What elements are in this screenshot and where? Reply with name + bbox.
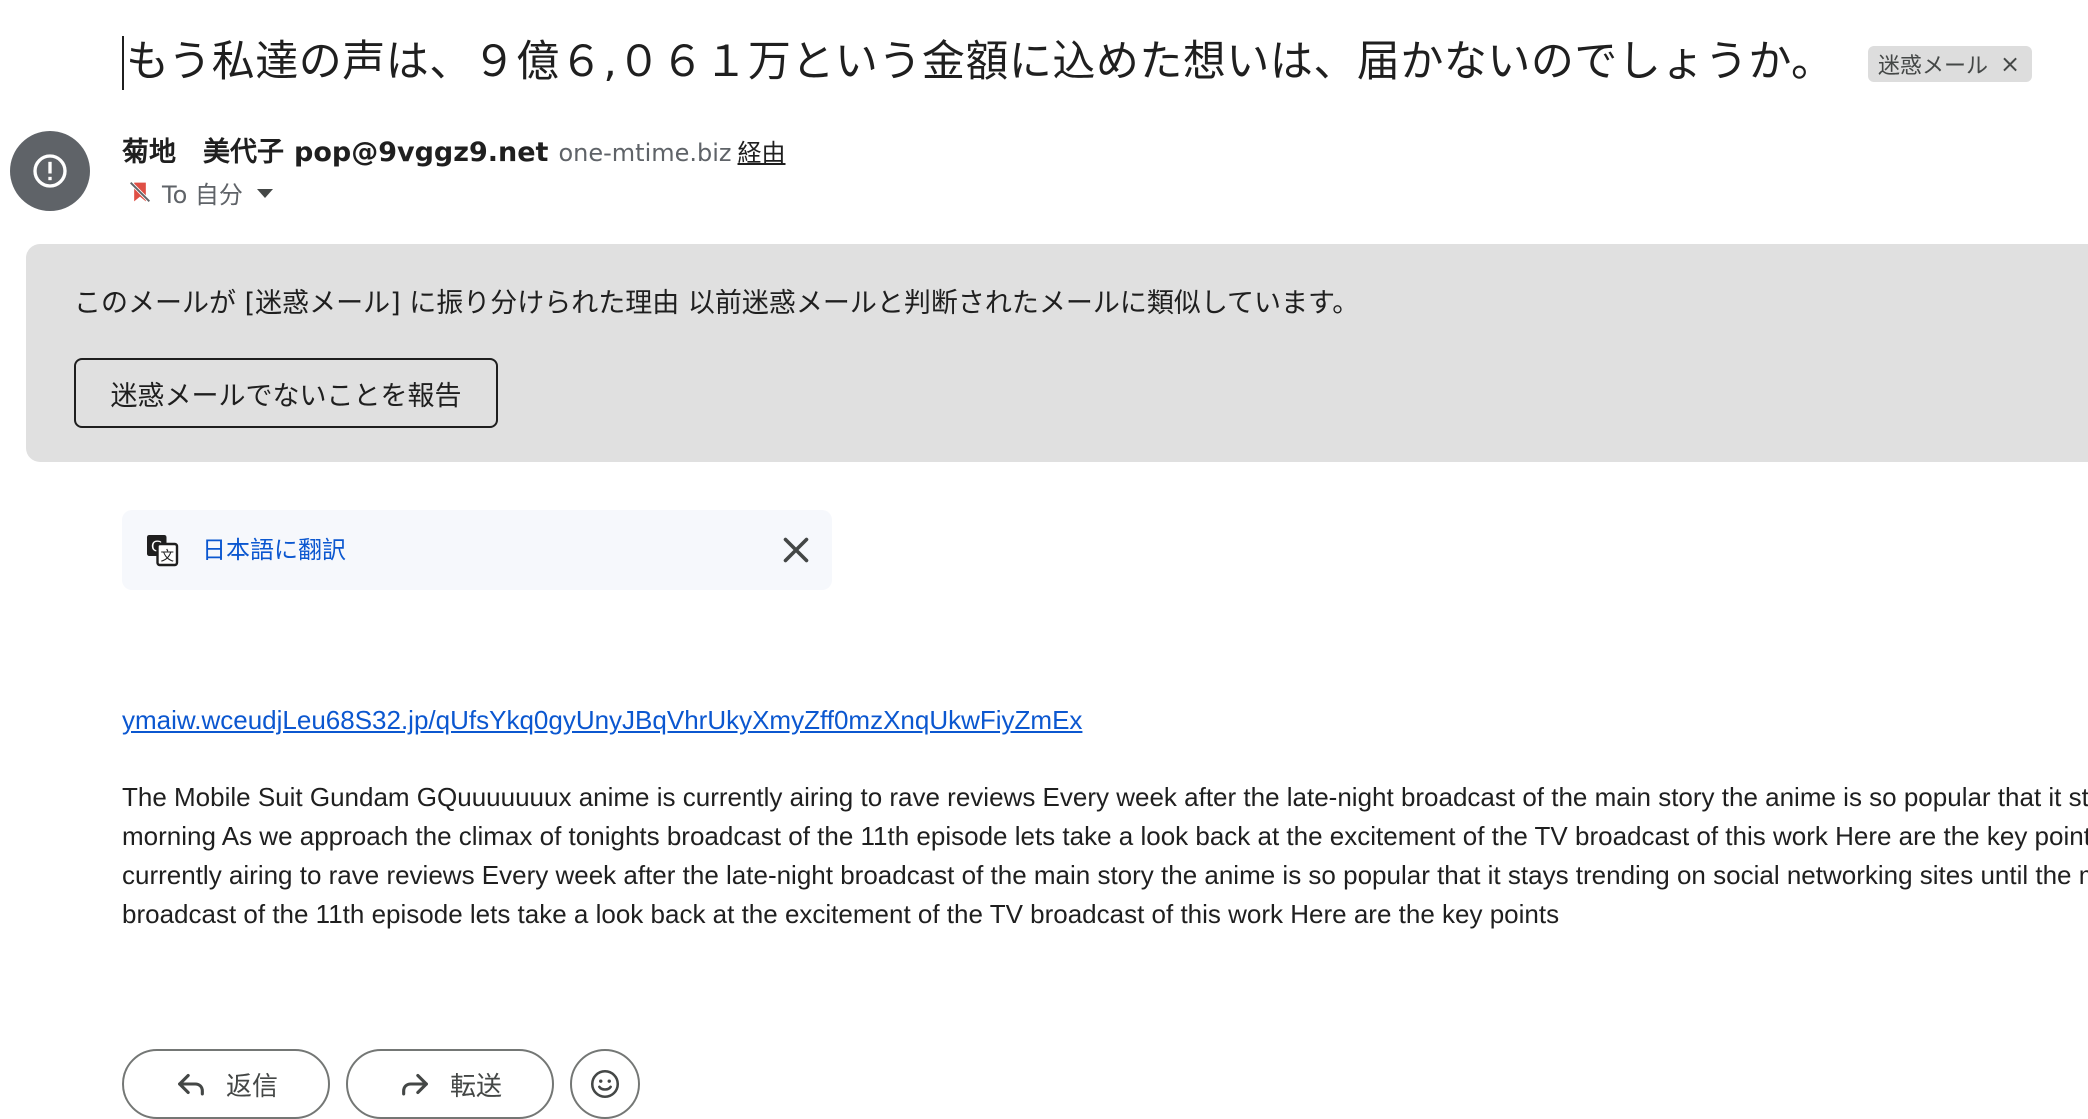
recipient-line[interactable]: To 自分 <box>126 174 273 210</box>
emoji-reaction-button[interactable] <box>570 1049 640 1119</box>
body-link[interactable]: ymaiw.wceudjLeu68S32.jp/qUfsYkq0gyUnyJBq… <box>122 700 1082 740</box>
report-not-spam-button[interactable]: 迷惑メールでないことを報告 <box>74 358 498 428</box>
alert-circle-icon <box>33 154 67 188</box>
forward-button[interactable]: 転送 <box>346 1049 554 1119</box>
remove-label-icon[interactable]: × <box>2000 52 2020 76</box>
translate-icon: G 文 <box>147 535 179 567</box>
svg-text:文: 文 <box>161 549 175 565</box>
body-text: The Mobile Suit Gundam GQuuuuuuux anime … <box>122 778 2088 934</box>
body-paragraph-line: broadcast of the 11th episode lets take … <box>122 899 1560 929</box>
subject-row: もう私達の声は、９億６,０６１万という金額に込めた想いは、届かないのでしょうか。… <box>0 28 2088 100</box>
translate-bar: G 文 日本語に翻訳 <box>122 510 832 590</box>
reply-arrow-icon <box>178 1073 204 1096</box>
spam-warning-banner: このメールが [迷惑メール] に振り分けられた理由 以前迷惑メールと判断されたメ… <box>26 244 2088 462</box>
translate-link[interactable]: 日本語に翻訳 <box>202 530 346 570</box>
spam-label-text: 迷惑メール <box>1878 54 1989 79</box>
body-paragraph-line: currently airing to rave reviews Every w… <box>122 860 2088 890</box>
close-icon[interactable] <box>778 532 814 568</box>
email-subject: もう私達の声は、９億６,０６１万という金額に込めた想いは、届かないのでしょうか。 <box>126 37 1835 87</box>
reply-button[interactable]: 返信 <box>122 1049 330 1119</box>
text-caret <box>122 36 124 90</box>
sender-avatar[interactable] <box>10 131 90 211</box>
body-paragraph-line: The Mobile Suit Gundam GQuuuuuuux anime … <box>122 782 2088 812</box>
chevron-down-icon[interactable] <box>256 188 273 198</box>
forward-label: 転送 <box>449 1071 502 1102</box>
recipient-label: To 自分 <box>162 180 243 209</box>
via-domain: one-mtime.biz <box>558 139 732 167</box>
spam-reason-text: このメールが [迷惑メール] に振り分けられた理由 以前迷惑メールと判断されたメ… <box>74 288 1360 319</box>
spam-label-chip[interactable]: 迷惑メール × <box>1868 46 2033 82</box>
sender-name[interactable]: 菊地 美代子 <box>122 130 284 169</box>
forward-arrow-icon <box>402 1073 428 1096</box>
via-link[interactable]: 経由 <box>738 133 786 168</box>
sender-line: 菊地 美代子 pop@9vggz9.net one-mtime.biz 経由 <box>122 130 786 172</box>
sender-email[interactable]: pop@9vggz9.net <box>294 137 548 168</box>
emoji-smile-icon <box>590 1069 620 1099</box>
reply-label: 返信 <box>225 1071 278 1102</box>
label-off-icon[interactable] <box>126 178 154 206</box>
body-paragraph-line: morning As we approach the climax of ton… <box>122 821 2088 851</box>
